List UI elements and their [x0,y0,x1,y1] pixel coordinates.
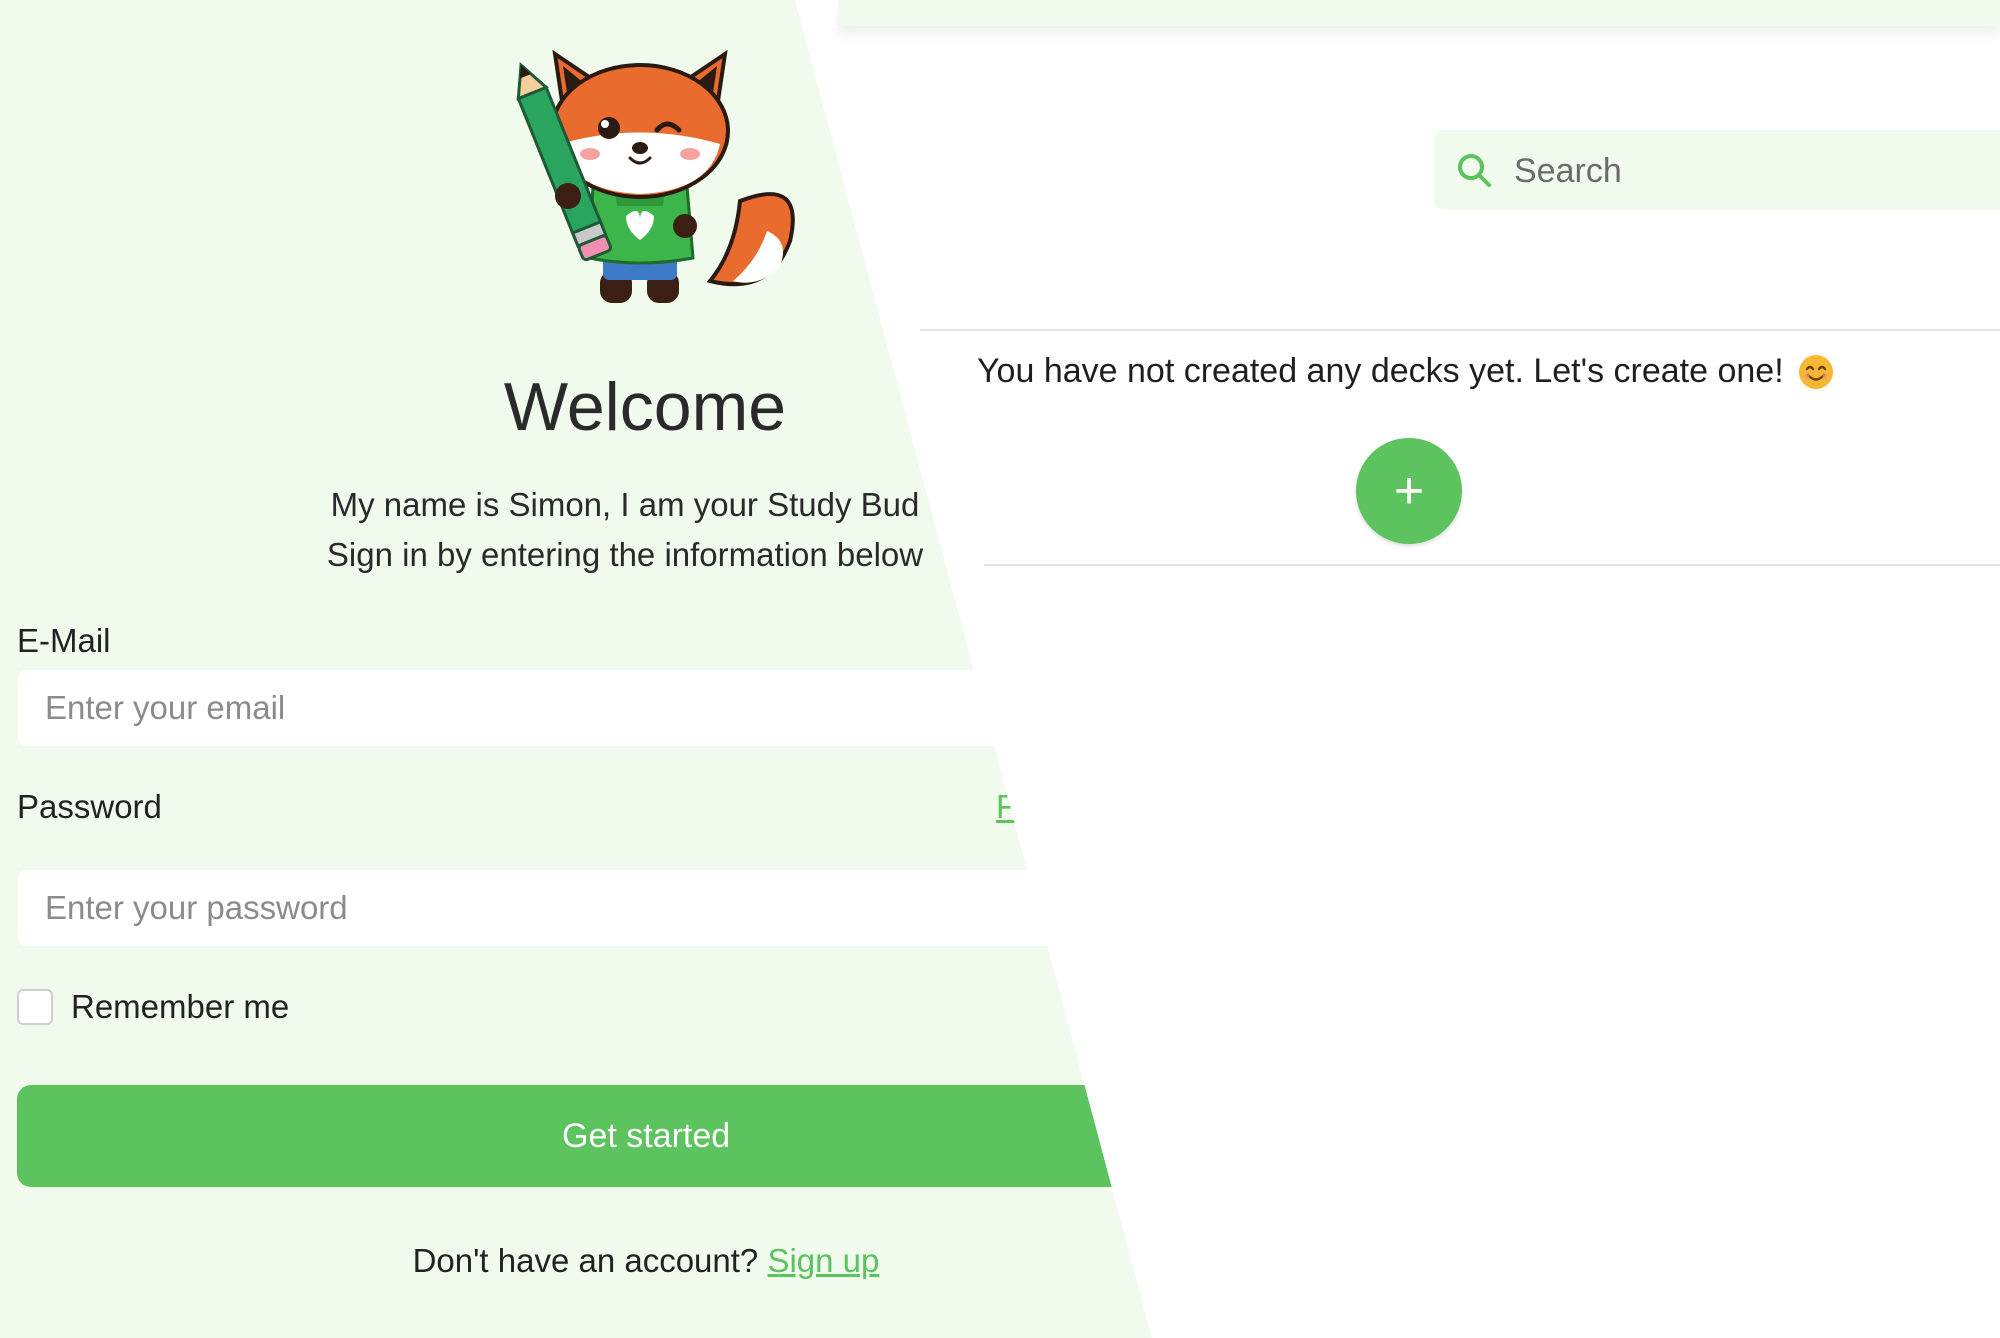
empty-decks-text: You have not created any decks yet. Let'… [977,352,1784,390]
sign-up-link[interactable]: Sign up [767,1242,879,1279]
top-bar [838,0,2000,26]
fox-mascot-icon [516,49,795,303]
password-label: Password [17,788,162,825]
remember-me-checkbox[interactable] [17,989,53,1025]
divider [984,564,2000,566]
search-bar[interactable] [1434,130,2000,212]
smiling-face-icon [1798,354,1833,389]
get-started-button[interactable]: Get started [17,1085,1152,1187]
signup-prompt-text: Don't have an account? [412,1242,768,1279]
search-icon [1458,154,1491,187]
remember-me-row: Remember me [17,988,289,1026]
divider [920,329,2000,331]
empty-decks-message: You have not created any decks yet. Let'… [977,352,1834,391]
remember-me-label: Remember me [71,988,290,1025]
search-input[interactable] [1512,130,1996,212]
email-label: E-Mail [17,622,111,659]
add-deck-button[interactable]: + [1356,438,1462,544]
signup-prompt-row: Don't have an account? Sign up [0,1242,1152,1280]
